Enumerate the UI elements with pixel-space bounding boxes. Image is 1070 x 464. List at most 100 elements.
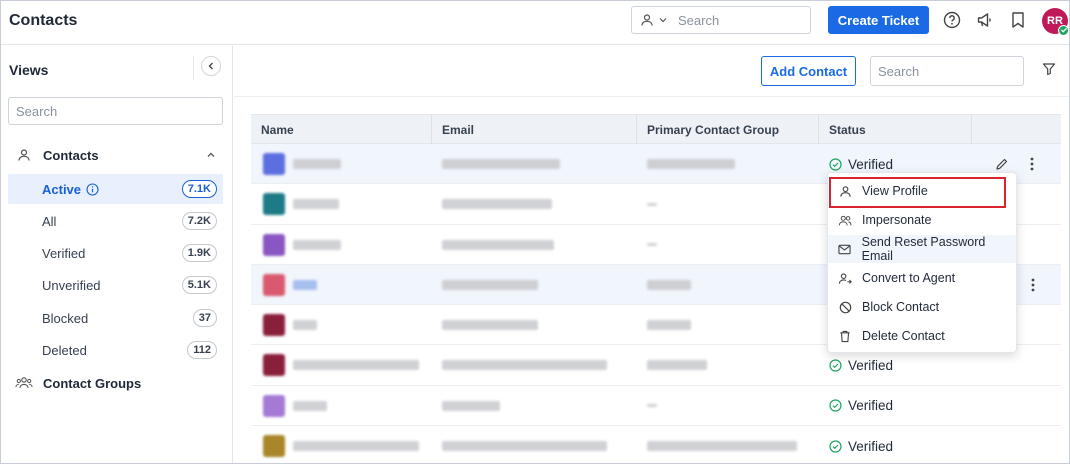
views-sidebar: Views Contacts Active 7.1K All 7.2K Veri… (1, 46, 233, 463)
redacted-name (293, 159, 341, 169)
column-header-name[interactable]: Name (251, 115, 432, 145)
group-cell (647, 265, 691, 305)
empty-group (647, 404, 657, 408)
row-actions (995, 156, 1039, 172)
avatar (263, 354, 285, 377)
sidebar-group-label: Contact Groups (43, 375, 142, 391)
redacted-group (647, 320, 691, 331)
info-icon[interactable] (86, 182, 99, 196)
mail-icon (838, 242, 852, 256)
menu-item-label: Convert to Agent (862, 271, 956, 285)
status-badge: Verified (829, 398, 893, 413)
menu-item-delete-contact[interactable]: Delete Contact (828, 322, 1016, 350)
sidebar-group-contact-groups[interactable]: Contact Groups (9, 371, 221, 395)
count-badge: 1.9K (181, 244, 217, 262)
sidebar-item-verified[interactable]: Verified 1.9K (8, 238, 223, 268)
create-ticket-button[interactable]: Create Ticket (828, 6, 929, 34)
menu-item-block-contact[interactable]: Block Contact (828, 293, 1016, 321)
help-icon[interactable] (942, 10, 962, 30)
chevron-left-icon (208, 62, 213, 70)
name-cell (263, 426, 419, 463)
menu-item-label: Delete Contact (862, 329, 945, 343)
sidebar-item-label: Verified (42, 245, 86, 261)
menu-item-label: Send Reset Password Email (861, 235, 986, 263)
bookmark-icon[interactable] (1008, 10, 1028, 30)
sidebar-item-deleted[interactable]: Deleted 112 (8, 335, 223, 365)
name-cell (263, 386, 327, 426)
status-text: Verified (848, 398, 894, 414)
empty-group (647, 243, 657, 247)
more-vertical-icon[interactable] (1026, 277, 1040, 293)
menu-item-impersonate[interactable]: Impersonate (828, 206, 1016, 234)
avatar (263, 394, 285, 417)
status-text: Verified (848, 438, 894, 454)
divider (193, 56, 194, 80)
status-text: Verified (848, 156, 894, 172)
group-cell (647, 305, 691, 345)
add-contact-button[interactable]: Add Contact (761, 56, 856, 86)
email-cell (442, 386, 500, 426)
chevron-up-icon[interactable] (205, 149, 217, 161)
column-header-primary-contact-group[interactable]: Primary Contact Group (637, 115, 819, 145)
sidebar-group-contacts[interactable]: Contacts (9, 143, 221, 167)
email-cell (442, 225, 554, 265)
avatar (263, 193, 285, 216)
status-badge: Verified (829, 358, 893, 373)
global-search-input[interactable] (678, 12, 798, 28)
highlight-annotation (829, 177, 1006, 208)
group-cell (647, 225, 657, 265)
sidebar-item-active[interactable]: Active 7.1K (8, 174, 223, 204)
avatar (263, 314, 285, 337)
status-cell: Verified (829, 426, 894, 463)
count-badge: 112 (187, 341, 217, 359)
name-cell (263, 305, 317, 345)
page-title: Contacts (9, 12, 78, 29)
column-header-email[interactable]: Email (432, 115, 637, 145)
sidebar-item-all[interactable]: All 7.2K (8, 206, 223, 236)
redacted-group (647, 360, 707, 371)
user-icon (18, 149, 30, 161)
sidebar-group-label: Contacts (43, 147, 99, 163)
global-search[interactable] (631, 6, 811, 34)
menu-item-label: Block Contact (862, 300, 940, 314)
column-header-status[interactable]: Status (819, 115, 972, 145)
table-row[interactable]: Verified (251, 386, 1061, 427)
redacted-group (647, 159, 735, 169)
count-badge: 5.1K (181, 276, 217, 294)
avatar (263, 273, 285, 296)
views-search-input[interactable] (8, 97, 223, 125)
block-icon (838, 300, 852, 314)
chevron-down-icon[interactable] (658, 15, 668, 25)
avatar (263, 233, 285, 256)
edit-icon[interactable] (995, 157, 1009, 171)
name-cell (263, 144, 341, 184)
group-cell (647, 184, 657, 224)
top-bar: Contacts Create Ticket RR (1, 1, 1069, 45)
user-icon[interactable] (640, 13, 654, 27)
redacted-email (442, 441, 607, 452)
table-row[interactable]: Verified (251, 426, 1061, 463)
users-icon (838, 213, 852, 227)
sidebar-item-unverified[interactable]: Unverified 5.1K (8, 270, 223, 300)
sidebar-item-blocked[interactable]: Blocked 37 (8, 303, 223, 333)
app-window: Contacts Create Ticket RR Views (0, 0, 1070, 464)
collapse-sidebar-button[interactable] (201, 56, 221, 76)
sidebar-item-label: Active (42, 181, 82, 197)
menu-item-convert-to-agent[interactable]: Convert to Agent (828, 264, 1016, 292)
contacts-search-input[interactable] (870, 56, 1024, 86)
redacted-group (647, 279, 691, 290)
menu-item-send-reset-password[interactable]: Send Reset Password Email (828, 235, 1016, 263)
megaphone-icon[interactable] (975, 10, 995, 30)
group-cell (647, 386, 657, 426)
email-cell (442, 345, 607, 385)
redacted-name (293, 239, 341, 250)
avatar (263, 435, 285, 458)
email-cell (442, 144, 560, 184)
more-vertical-icon[interactable] (1025, 156, 1039, 172)
status-text: Verified (848, 357, 894, 373)
group-cell (647, 144, 735, 184)
filter-icon[interactable] (1042, 62, 1056, 76)
redacted-email (442, 400, 500, 411)
group-cell (647, 345, 707, 385)
redacted-email (442, 279, 538, 290)
